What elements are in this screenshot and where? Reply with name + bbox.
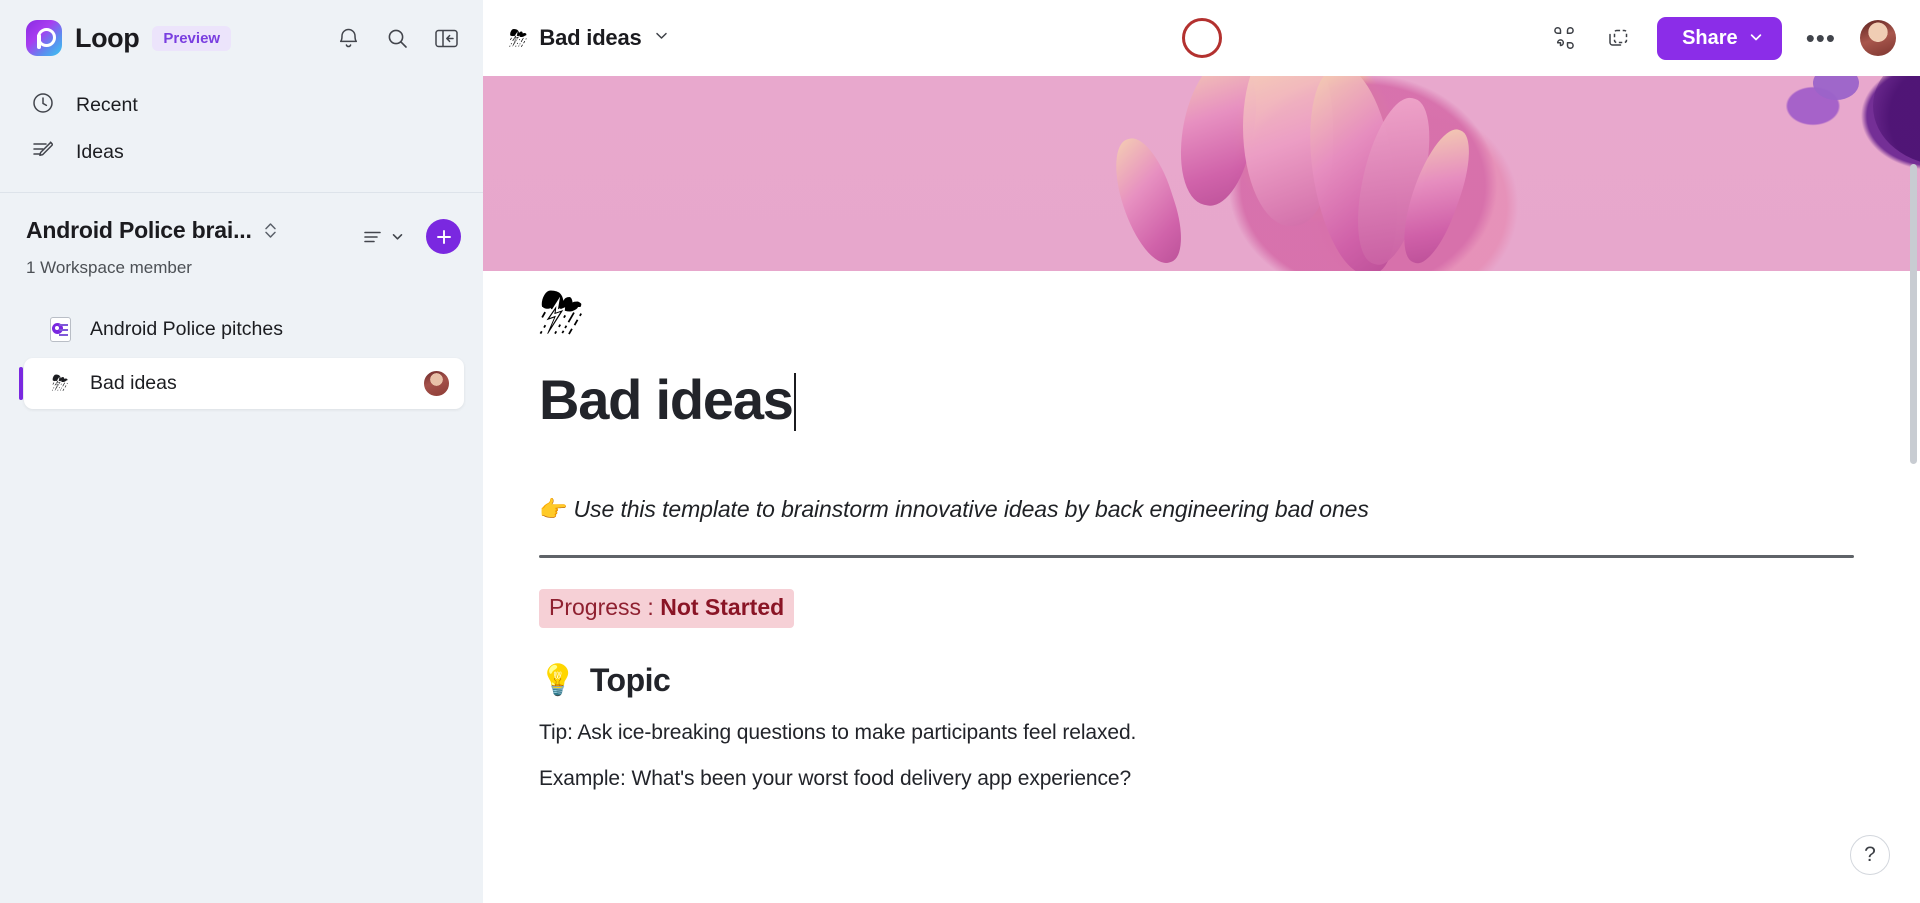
- example-paragraph[interactable]: Example: What's been your worst food del…: [539, 767, 1860, 791]
- page-list: Android Police pitches ⛈ Bad ideas: [0, 304, 483, 413]
- main-area: ⛈ Bad ideas Share ••• ⛈ Bad ideas 👉 Use …: [483, 0, 1920, 903]
- document-description-text: Use this template to brainstorm innovati…: [573, 496, 1369, 522]
- status-badge-value: Not Started: [660, 593, 785, 620]
- share-button-label: Share: [1682, 26, 1738, 49]
- chevron-down-icon: [1749, 27, 1763, 50]
- document-scroll-area: ⛈ Bad ideas 👉 Use this template to brains…: [483, 76, 1920, 903]
- scrollbar-thumb[interactable]: [1910, 164, 1917, 464]
- pointing-hand-emoji: 👉: [539, 496, 568, 522]
- tip-paragraph[interactable]: Tip: Ask ice-breaking questions to make …: [539, 721, 1860, 745]
- user-avatar[interactable]: [1860, 20, 1896, 56]
- collapse-panel-icon[interactable]: [431, 23, 461, 53]
- sidebar-item-ideas-label: Ideas: [76, 141, 124, 163]
- search-icon[interactable]: [382, 23, 412, 53]
- chevron-down-icon[interactable]: [654, 28, 669, 48]
- preview-badge: Preview: [152, 25, 232, 51]
- sidebar-header-actions: [333, 23, 461, 53]
- brand[interactable]: Loop: [26, 20, 140, 56]
- document-body: ⛈ Bad ideas 👉 Use this template to brains…: [483, 271, 1920, 791]
- add-page-button[interactable]: [426, 219, 461, 254]
- cloud-lightning-icon: ⛈: [47, 371, 73, 397]
- status-badge[interactable]: Progress : Not Started: [539, 588, 795, 628]
- presence-avatars: [1181, 18, 1222, 58]
- page-item-bad-ideas[interactable]: ⛈ Bad ideas: [19, 358, 464, 409]
- page-collaborator-avatar[interactable]: [423, 370, 450, 397]
- page-item-label: Android Police pitches: [90, 317, 283, 340]
- workspace-header: Android Police brai...: [0, 193, 483, 254]
- document-cover-image[interactable]: [483, 76, 1920, 271]
- loop-page-icon: [47, 316, 73, 342]
- chevron-up-down-icon[interactable]: [263, 221, 278, 240]
- workspace-member-count: 1 Workspace member: [26, 258, 192, 277]
- page-item-label: Bad ideas: [90, 372, 177, 394]
- loop-logo-icon: [26, 20, 62, 56]
- status-badge-label: Progress :: [549, 593, 661, 620]
- apps-grid-icon[interactable]: [1549, 23, 1579, 53]
- brand-name: Loop: [75, 22, 140, 53]
- sidebar-nav: Recent Ideas: [0, 76, 483, 186]
- workspace-switcher[interactable]: Android Police brai...: [26, 217, 278, 244]
- page-title[interactable]: Bad ideas: [539, 367, 796, 432]
- horizontal-divider: [539, 555, 1854, 558]
- sidebar-item-recent-label: Recent: [76, 94, 138, 116]
- workspace-actions: [363, 217, 461, 254]
- cloud-lightning-emoji: ⛈: [509, 24, 528, 51]
- document-topbar: ⛈ Bad ideas Share •••: [483, 0, 1920, 76]
- app-root: Loop Preview Recent Ideas Android Police…: [0, 0, 1920, 903]
- document-description[interactable]: 👉 Use this template to brainstorm innovat…: [539, 496, 1860, 523]
- sidebar-item-ideas[interactable]: Ideas: [0, 129, 483, 176]
- share-button[interactable]: Share: [1657, 16, 1782, 60]
- topbar-document-name: Bad ideas: [539, 25, 642, 50]
- page-title-text: Bad ideas: [539, 368, 794, 431]
- avatar[interactable]: [1181, 18, 1222, 58]
- sidebar: Loop Preview Recent Ideas Android Police…: [0, 0, 483, 903]
- pencil-lines-icon: [31, 138, 55, 167]
- text-cursor: [793, 373, 796, 431]
- topic-heading[interactable]: 💡 Topic: [539, 662, 1860, 699]
- topic-heading-label: Topic: [589, 661, 671, 698]
- sidebar-item-recent[interactable]: Recent: [0, 82, 483, 129]
- cloud-lightning-emoji: ⛈: [51, 372, 69, 395]
- document-emoji[interactable]: ⛈: [539, 271, 1860, 341]
- topbar-actions: Share •••: [1549, 16, 1896, 60]
- document-title-chip[interactable]: ⛈ Bad ideas: [509, 25, 669, 51]
- lightbulb-emoji: 💡: [539, 663, 576, 697]
- copy-component-icon[interactable]: [1603, 23, 1633, 53]
- page-item-android-police-pitches[interactable]: Android Police pitches: [24, 304, 464, 354]
- clock-icon: [31, 91, 55, 120]
- sort-list-icon[interactable]: [363, 227, 404, 247]
- notifications-icon[interactable]: [333, 23, 363, 53]
- more-options-button[interactable]: •••: [1806, 25, 1836, 51]
- help-button[interactable]: ?: [1850, 835, 1890, 875]
- sidebar-header: Loop Preview: [0, 0, 483, 76]
- workspace-title: Android Police brai...: [26, 217, 252, 243]
